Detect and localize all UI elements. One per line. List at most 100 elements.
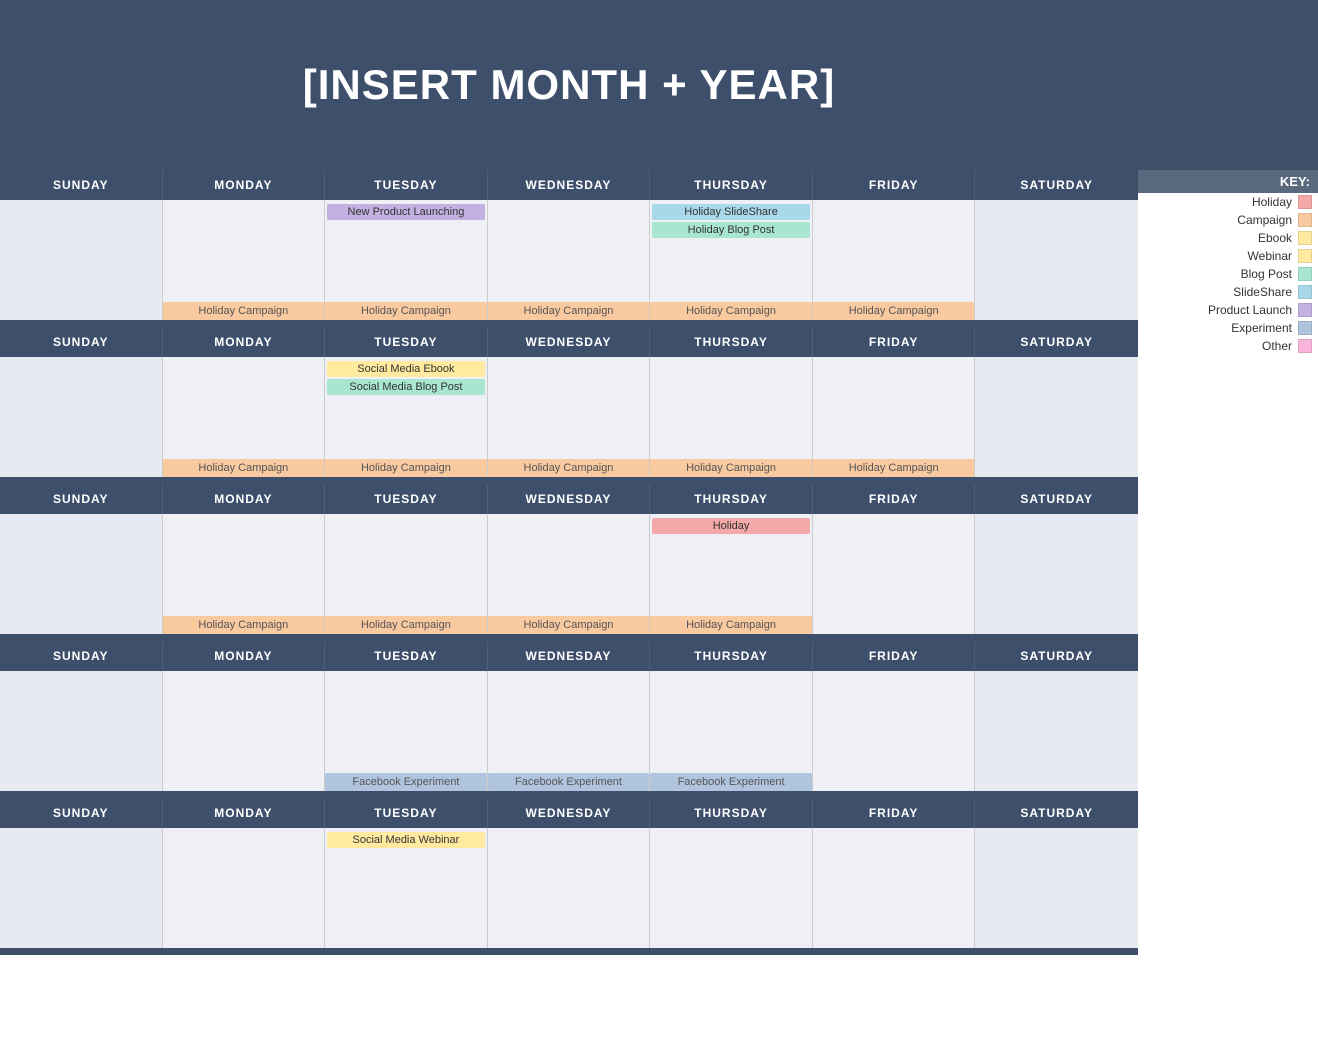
main-container: [INSERT MONTH + YEAR] SUNDAYMONDAYTUESDA… bbox=[0, 0, 1318, 955]
day-cell: Facebook Experiment bbox=[325, 671, 488, 791]
day-cell bbox=[975, 671, 1138, 791]
key-item: Product Launch bbox=[1138, 301, 1318, 319]
calendar-header: [INSERT MONTH + YEAR] bbox=[0, 0, 1138, 170]
day-cell: Holiday Campaign bbox=[813, 357, 976, 477]
key-header: KEY: bbox=[1138, 170, 1318, 193]
key-item: Blog Post bbox=[1138, 265, 1318, 283]
day-header: SUNDAY bbox=[0, 327, 163, 357]
key-item: Experiment bbox=[1138, 319, 1318, 337]
day-cell: Holiday Campaign bbox=[325, 514, 488, 634]
day-cell bbox=[975, 828, 1138, 948]
key-item: Campaign bbox=[1138, 211, 1318, 229]
event-tag: Holiday Blog Post bbox=[652, 222, 810, 238]
day-header: WEDNESDAY bbox=[488, 641, 651, 671]
day-cell bbox=[813, 828, 976, 948]
day-cell bbox=[813, 514, 976, 634]
day-header: THURSDAY bbox=[650, 327, 813, 357]
day-cell: Holiday Campaign bbox=[488, 200, 651, 320]
calendar-section: [INSERT MONTH + YEAR] SUNDAYMONDAYTUESDA… bbox=[0, 0, 1138, 955]
day-cell: Holiday Campaign bbox=[163, 514, 326, 634]
cell-events: Social Media Webinar bbox=[325, 828, 487, 948]
campaign-bottom-bar: Facebook Experiment bbox=[325, 773, 487, 791]
day-header: THURSDAY bbox=[650, 484, 813, 514]
campaign-bottom-bar: Holiday Campaign bbox=[163, 616, 325, 634]
event-tag: Social Media Webinar bbox=[327, 832, 485, 848]
day-cell bbox=[975, 200, 1138, 320]
key-item: SlideShare bbox=[1138, 283, 1318, 301]
campaign-bottom-bar: Holiday Campaign bbox=[163, 459, 325, 477]
day-header: TUESDAY bbox=[325, 798, 488, 828]
day-cell bbox=[488, 828, 651, 948]
key-item: Other bbox=[1138, 337, 1318, 355]
day-header: MONDAY bbox=[163, 484, 326, 514]
day-header: THURSDAY bbox=[650, 641, 813, 671]
campaign-bottom-bar: Facebook Experiment bbox=[650, 773, 812, 791]
key-color-swatch bbox=[1298, 339, 1312, 353]
week-day-headers: SUNDAYMONDAYTUESDAYWEDNESDAYTHURSDAYFRID… bbox=[0, 798, 1138, 828]
day-header: WEDNESDAY bbox=[488, 327, 651, 357]
day-header: FRIDAY bbox=[813, 484, 976, 514]
day-header: TUESDAY bbox=[325, 484, 488, 514]
day-header: TUESDAY bbox=[325, 641, 488, 671]
key-color-swatch bbox=[1298, 303, 1312, 317]
key-item: Holiday bbox=[1138, 193, 1318, 211]
key-color-swatch bbox=[1298, 321, 1312, 335]
day-header: MONDAY bbox=[163, 327, 326, 357]
week-row: Holiday CampaignNew Product LaunchingHol… bbox=[0, 200, 1138, 323]
day-header: WEDNESDAY bbox=[488, 798, 651, 828]
day-cell: Holiday Holiday Campaign bbox=[650, 514, 813, 634]
day-header: SUNDAY bbox=[0, 798, 163, 828]
campaign-bottom-bar: Holiday Campaign bbox=[488, 616, 650, 634]
day-header: FRIDAY bbox=[813, 798, 976, 828]
week-day-headers: SUNDAYMONDAYTUESDAYWEDNESDAYTHURSDAYFRID… bbox=[0, 484, 1138, 514]
week-day-headers: SUNDAYMONDAYTUESDAYWEDNESDAYTHURSDAYFRID… bbox=[0, 170, 1138, 200]
campaign-bottom-bar: Holiday Campaign bbox=[325, 459, 487, 477]
day-header: SUNDAY bbox=[0, 641, 163, 671]
key-color-swatch bbox=[1298, 231, 1312, 245]
day-cell: Social Media EbookSocial Media Blog Post… bbox=[325, 357, 488, 477]
cell-events: New Product Launching bbox=[325, 200, 487, 302]
campaign-bottom-bar: Holiday Campaign bbox=[163, 302, 325, 320]
event-tag: Holiday bbox=[652, 518, 810, 534]
key-color-swatch bbox=[1298, 285, 1312, 299]
campaign-bottom-bar: Holiday Campaign bbox=[488, 459, 650, 477]
day-cell: New Product LaunchingHoliday Campaign bbox=[325, 200, 488, 320]
day-header: TUESDAY bbox=[325, 327, 488, 357]
day-header: WEDNESDAY bbox=[488, 484, 651, 514]
day-cell: Holiday Campaign bbox=[813, 200, 976, 320]
day-cell bbox=[650, 828, 813, 948]
day-cell: Social Media Webinar bbox=[325, 828, 488, 948]
cell-events: Social Media EbookSocial Media Blog Post bbox=[325, 357, 487, 459]
day-header: MONDAY bbox=[163, 798, 326, 828]
day-cell bbox=[163, 671, 326, 791]
day-header: WEDNESDAY bbox=[488, 170, 651, 200]
day-cell: Holiday Campaign bbox=[163, 200, 326, 320]
day-cell bbox=[0, 200, 163, 320]
page-title: [INSERT MONTH + YEAR] bbox=[303, 61, 835, 109]
event-tag: Social Media Blog Post bbox=[327, 379, 485, 395]
event-tag: New Product Launching bbox=[327, 204, 485, 220]
day-cell: Facebook Experiment bbox=[488, 671, 651, 791]
day-header: SATURDAY bbox=[975, 798, 1138, 828]
day-header: THURSDAY bbox=[650, 798, 813, 828]
campaign-bottom-bar: Holiday Campaign bbox=[650, 459, 812, 477]
day-header: SUNDAY bbox=[0, 484, 163, 514]
day-header: MONDAY bbox=[163, 641, 326, 671]
day-cell bbox=[975, 357, 1138, 477]
event-tag: Holiday SlideShare bbox=[652, 204, 810, 220]
week-row: Social Media Webinar bbox=[0, 828, 1138, 951]
campaign-bottom-bar: Holiday Campaign bbox=[488, 302, 650, 320]
day-cell: Holiday SlideShareHoliday Blog PostHolid… bbox=[650, 200, 813, 320]
day-cell bbox=[163, 828, 326, 948]
week-row: Holiday CampaignHoliday CampaignHoliday … bbox=[0, 514, 1138, 637]
day-header: FRIDAY bbox=[813, 327, 976, 357]
key-color-swatch bbox=[1298, 267, 1312, 281]
week-row: Holiday CampaignSocial Media EbookSocial… bbox=[0, 357, 1138, 480]
day-cell: Holiday Campaign bbox=[163, 357, 326, 477]
campaign-bottom-bar: Holiday Campaign bbox=[650, 616, 812, 634]
day-header: TUESDAY bbox=[325, 170, 488, 200]
day-cell bbox=[0, 828, 163, 948]
key-color-swatch bbox=[1298, 249, 1312, 263]
key-color-swatch bbox=[1298, 213, 1312, 227]
day-header: SATURDAY bbox=[975, 327, 1138, 357]
